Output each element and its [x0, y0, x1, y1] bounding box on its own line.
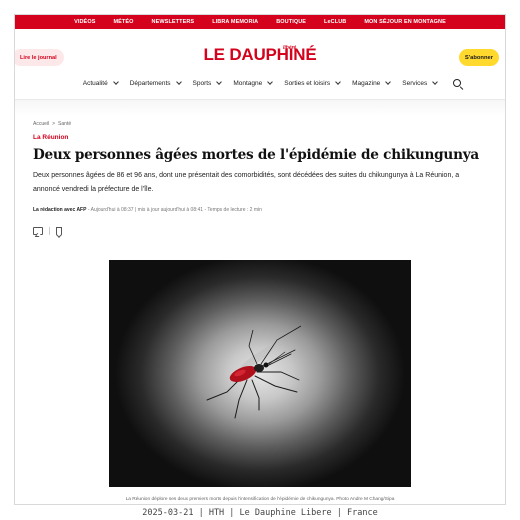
- article-actions: [33, 226, 487, 236]
- article-lede: Deux personnes âgées de 86 et 96 ans, do…: [33, 172, 460, 193]
- topbar-link-newsletters[interactable]: NEWSLETTERS: [143, 19, 204, 25]
- logo-subtitle: libéré: [283, 45, 297, 51]
- header-shadow: [15, 100, 505, 116]
- chevron-down-icon: [216, 78, 223, 85]
- article: Accueil > Santé La Réunion Deux personne…: [15, 116, 505, 236]
- article-meta: - Aujourd'hui à 08:37 | mis à jour aujou…: [86, 207, 262, 213]
- nav-label: Sorties et loisirs: [284, 79, 331, 87]
- nav-label: Actualité: [82, 79, 108, 87]
- nav-label: Magazine: [352, 79, 381, 87]
- topbar-link-boutique[interactable]: BOUTIQUE: [267, 19, 315, 25]
- nav-label: Sports: [192, 79, 212, 87]
- nav-item-services[interactable]: Services: [396, 78, 443, 87]
- chevron-down-icon: [385, 78, 392, 85]
- chevron-down-icon: [112, 78, 119, 85]
- chevron-down-icon: [432, 78, 439, 85]
- article-author: La rédaction avec AFP: [33, 207, 87, 213]
- nav-item-sports[interactable]: Sports: [187, 78, 228, 87]
- article-category[interactable]: La Réunion: [33, 134, 487, 141]
- search-icon[interactable]: [453, 79, 462, 87]
- nav-label: Départements: [129, 79, 171, 87]
- topbar-link-libra-memoria[interactable]: LIBRA MEMORIA: [203, 19, 267, 25]
- page-frame: VIDÉOS MÉTÉO NEWSLETTERS LIBRA MEMORIA B…: [14, 14, 506, 505]
- topbar-link-videos[interactable]: VIDÉOS: [65, 19, 104, 25]
- chevron-down-icon: [335, 78, 341, 85]
- article-byline: La rédaction avec AFP - Aujourd'hui à 08…: [33, 207, 487, 213]
- nav-label: Montagne: [233, 79, 263, 87]
- breadcrumb-separator: >: [52, 120, 56, 127]
- breadcrumb-section[interactable]: Santé: [58, 121, 71, 127]
- breadcrumb: Accueil > Santé: [33, 116, 487, 130]
- nav-item-sorties-loisirs[interactable]: Sorties et loisirs: [278, 78, 346, 87]
- subscribe-button[interactable]: S'abonner: [458, 49, 499, 66]
- nav-item-montagne[interactable]: Montagne: [227, 78, 278, 87]
- nav-item-departements[interactable]: Départements: [124, 78, 187, 87]
- bookmark-icon[interactable]: [56, 227, 62, 235]
- mosquito-illustration: [206, 325, 302, 419]
- main-nav: Actualité Départements Sports Montagne S…: [15, 67, 505, 100]
- top-bar: VIDÉOS MÉTÉO NEWSLETTERS LIBRA MEMORIA B…: [15, 15, 505, 29]
- comment-icon[interactable]: [33, 227, 43, 235]
- topbar-link-meteo[interactable]: MÉTÉO: [104, 19, 142, 25]
- breadcrumb-home[interactable]: Accueil: [33, 121, 49, 127]
- logo-text: LE DAUPHINÉ: [203, 45, 317, 64]
- topbar-link-mon-sejour[interactable]: MON SÉJOUR EN MONTAGNE: [355, 19, 455, 25]
- nav-item-actualite[interactable]: Actualité: [77, 78, 124, 87]
- nav-label: Services: [402, 79, 428, 87]
- screenshot-footer: 2025-03-21 | HTH | Le Dauphine Libere | …: [142, 508, 378, 518]
- article-photo: [109, 260, 411, 487]
- site-header: Lire le journal LE DAUPHINÉ libéré S'abo…: [15, 29, 505, 67]
- nav-item-magazine[interactable]: Magazine: [346, 78, 396, 87]
- site-logo[interactable]: LE DAUPHINÉ: [15, 46, 505, 65]
- actions-divider: [49, 227, 50, 235]
- topbar-link-leclub[interactable]: LeCLUB: [315, 19, 355, 25]
- photo-caption: La Réunion déplore ses deux premiers mor…: [125, 497, 395, 502]
- chevron-down-icon: [267, 78, 274, 85]
- article-title: Deux personnes âgées mortes de l'épidémi…: [33, 147, 479, 163]
- chevron-down-icon: [175, 78, 182, 85]
